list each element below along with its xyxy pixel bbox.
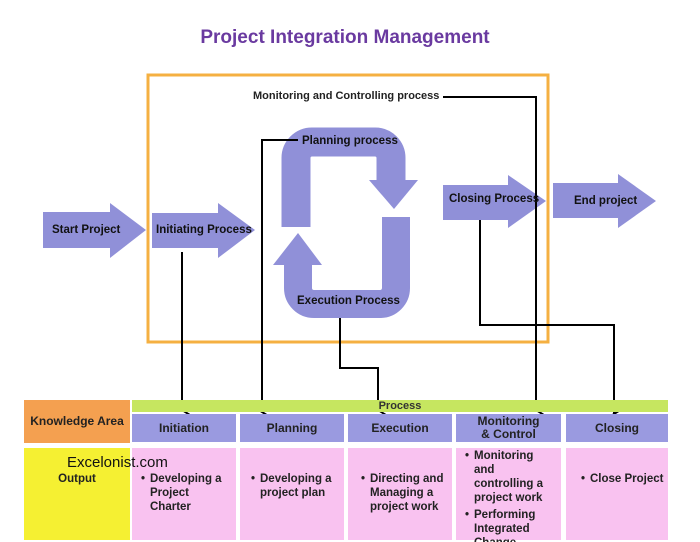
knowledge-area-cell: Knowledge Area — [24, 400, 130, 443]
connector-monitoring — [443, 96, 536, 410]
output-item: Monitoring and controlling a project wor… — [465, 449, 557, 505]
output-cell-monitoring: Monitoring and controlling a project wor… — [456, 448, 561, 542]
planning-cycle-arrowhead — [369, 180, 418, 209]
page-title: Project Integration Management — [200, 27, 490, 48]
execution-process-label: Execution Process — [297, 295, 400, 307]
end-project-label: End project — [574, 195, 638, 207]
output-item: Directing and Managing a project work — [361, 472, 448, 514]
planning-process-label: Planning process — [302, 135, 398, 147]
output-cell-execution: Directing and Managing a project work — [348, 448, 452, 540]
diagram: Project Integration Management Start Pro… — [0, 0, 700, 542]
output-item: Developing a Project Charter — [141, 472, 232, 514]
output-cell-planning: Developing a project plan — [240, 448, 344, 540]
header-planning: Planning — [240, 414, 344, 442]
process-bar: Process — [132, 400, 668, 412]
header-closing: Closing — [566, 414, 668, 442]
execution-cycle-arrowhead — [273, 233, 322, 265]
output-label: Output — [58, 473, 96, 485]
closing-process-label: Closing Process — [449, 193, 540, 205]
header-monitoring-control: Monitoring & Control — [456, 414, 561, 442]
header-execution: Execution — [348, 414, 452, 442]
output-cell-closing: Close Project — [566, 448, 668, 540]
header-initiation: Initiation — [132, 414, 236, 442]
watermark-text: Excelonist.com — [67, 454, 168, 471]
output-item: Performing Integrated Change control — [465, 508, 557, 542]
output-item: Close Project — [581, 472, 664, 486]
monitoring-process-label: Monitoring and Controlling process — [253, 90, 440, 102]
start-project-label: Start Project — [52, 224, 121, 236]
output-item: Developing a project plan — [251, 472, 340, 500]
initiating-process-label: Initiating Process — [156, 224, 252, 236]
connector-execution — [339, 318, 378, 410]
